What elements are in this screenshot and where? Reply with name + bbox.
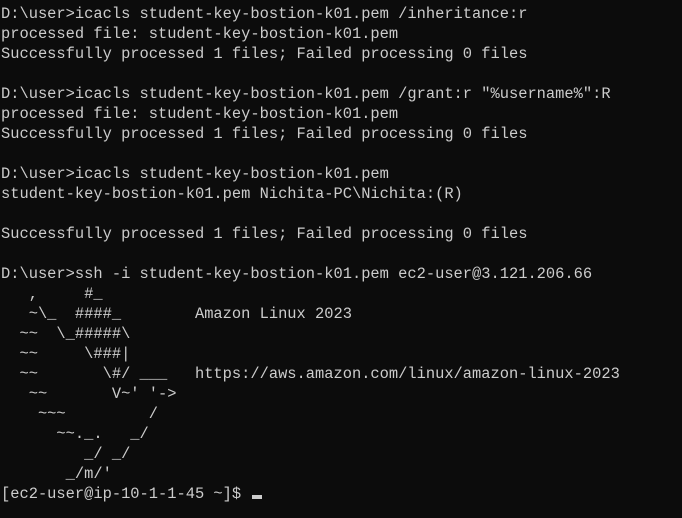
- cursor-icon: [252, 495, 263, 499]
- terminal-line: Successfully processed 1 files; Failed p…: [1, 125, 528, 143]
- terminal-line: D:\user>ssh -i student-key-bostion-k01.p…: [1, 265, 593, 283]
- ascii-art-line: _/m/': [1, 465, 112, 483]
- ascii-art-line: ~\_ ####_ Amazon Linux 2023: [1, 305, 352, 323]
- ascii-art-line: ~~ \###|: [1, 345, 131, 363]
- terminal-line: processed file: student-key-bostion-k01.…: [1, 25, 399, 43]
- terminal-line: D:\user>icacls student-key-bostion-k01.p…: [1, 165, 389, 183]
- ascii-art-line: ~~ \_#####\: [1, 325, 131, 343]
- terminal-line: Successfully processed 1 files; Failed p…: [1, 225, 528, 243]
- terminal-line: Successfully processed 1 files; Failed p…: [1, 45, 528, 63]
- terminal-line: D:\user>icacls student-key-bostion-k01.p…: [1, 5, 528, 23]
- prompt-line[interactable]: [ec2-user@ip-10-1-1-45 ~]$: [1, 484, 682, 504]
- ascii-art-line: ~~ V~' '->: [1, 385, 177, 403]
- shell-prompt: [ec2-user@ip-10-1-1-45 ~]$: [1, 485, 251, 503]
- terminal-line: D:\user>icacls student-key-bostion-k01.p…: [1, 85, 611, 103]
- ascii-art-line: _/ _/: [1, 445, 131, 463]
- terminal-line: student-key-bostion-k01.pem Nichita-PC\N…: [1, 185, 463, 203]
- ascii-art-line: ~~~ /: [1, 405, 159, 423]
- terminal-window[interactable]: D:\user>icacls student-key-bostion-k01.p…: [0, 0, 682, 518]
- ascii-art-line: ~~._. _/: [1, 425, 149, 443]
- ascii-art-line: ~~ \#/ ___ https://aws.amazon.com/linux/…: [1, 365, 620, 383]
- ascii-art-line: , #_: [1, 285, 103, 303]
- terminal-line: processed file: student-key-bostion-k01.…: [1, 105, 399, 123]
